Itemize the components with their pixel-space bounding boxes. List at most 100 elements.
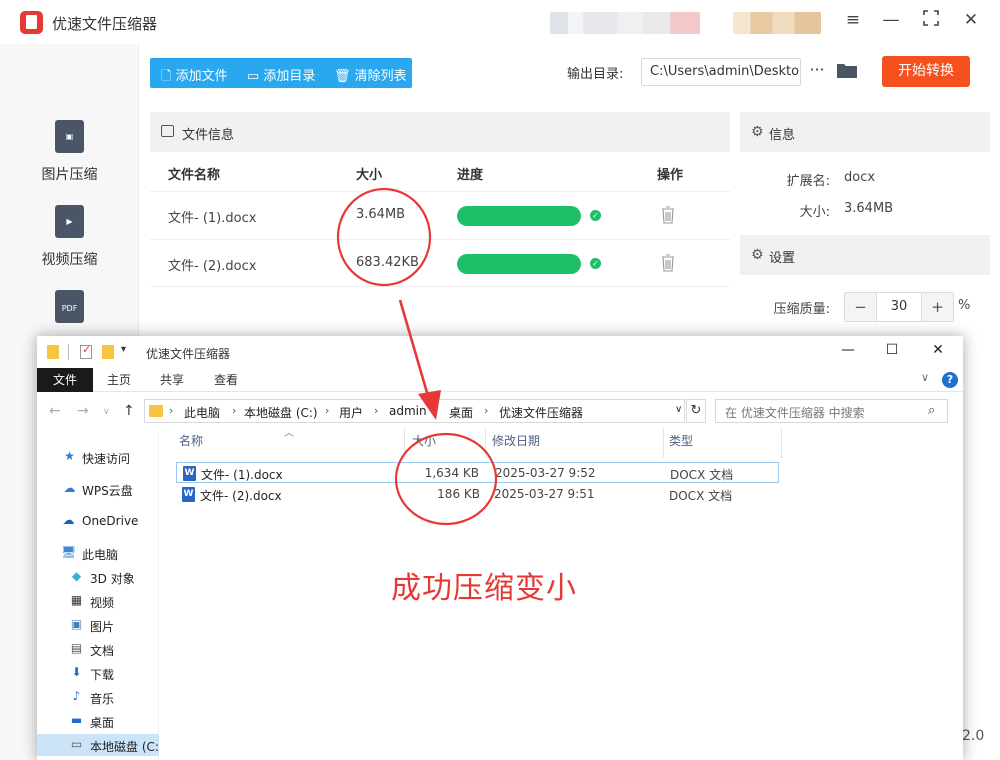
nav-item-label: 文档 [90, 644, 115, 658]
file-size: 1,634 KB [424, 466, 479, 480]
decrement-button[interactable]: − [845, 293, 877, 321]
up-arrow-icon[interactable]: ↑ [123, 403, 135, 419]
nav-item-label: 下载 [90, 668, 115, 682]
nav-item-downloads[interactable]: ⬇ 下载 [37, 662, 159, 684]
nav-item-label: OneDrive [82, 514, 139, 528]
sort-caret-icon: ︿ [284, 428, 294, 439]
file-row[interactable]: W 文件- (2).docx 186 KB 2025-03-27 9:51 DO… [176, 484, 779, 505]
app-logo-icon [20, 11, 43, 34]
chevron-down-icon[interactable]: ∨ [103, 407, 110, 417]
nav-item-label: 音乐 [90, 692, 115, 706]
column-header-progress: 进度 [457, 168, 484, 183]
folder-icon[interactable] [836, 62, 858, 79]
nav-item-pictures[interactable]: ▣ 图片 [37, 614, 159, 636]
breadcrumb-item[interactable]: 本地磁盘 (C:) [244, 404, 318, 421]
back-arrow-icon[interactable]: ← [49, 403, 61, 419]
nav-item-label: 快速访问 [82, 452, 131, 466]
quality-stepper[interactable]: − 30 + [844, 292, 954, 322]
close-icon[interactable]: ✕ [959, 10, 983, 30]
increment-button[interactable]: + [921, 293, 953, 321]
file-size: 186 KB [437, 487, 480, 501]
output-dir-input[interactable]: C:\Users\admin\Deskto [641, 58, 801, 86]
breadcrumb[interactable]: › 此电脑 › 本地磁盘 (C:) › 用户 › admin › 桌面 › 优速… [144, 399, 685, 423]
sidebar-item-video[interactable]: ▶ 视频压缩 [0, 205, 139, 285]
info-header: ⚙ 信息 [740, 112, 990, 152]
nav-item-onedrive[interactable]: ☁ OneDrive [37, 510, 159, 532]
new-folder-icon[interactable] [102, 345, 114, 359]
table-row[interactable]: 文件- (1).docx 3.64MB ✓ [150, 191, 730, 239]
maximize-icon[interactable] [919, 10, 943, 31]
check-circle-icon: ✓ [590, 210, 601, 221]
drive-icon: ▭ [70, 737, 83, 751]
check-circle-icon: ✓ [590, 258, 601, 269]
progress-bar [457, 254, 581, 274]
minimize-icon[interactable]: — [879, 10, 903, 30]
nav-item-3d[interactable]: ◆ 3D 对象 [37, 566, 159, 588]
breadcrumb-item[interactable]: 用户 [339, 404, 363, 421]
tab-home[interactable]: 主页 [101, 368, 137, 392]
breadcrumb-item[interactable]: 此电脑 [184, 404, 220, 421]
file-date: 2025-03-27 9:52 [495, 466, 596, 480]
column-header-size: 大小 [356, 168, 383, 183]
blurred-account-info [550, 12, 700, 34]
nav-item-label: 本地磁盘 (C: [90, 740, 159, 754]
add-directory-button[interactable]: ▭ 添加目录 [247, 65, 315, 84]
image-file-icon: ▣ [55, 120, 84, 153]
trash-icon[interactable] [661, 254, 675, 272]
nav-item-documents[interactable]: ▤ 文档 [37, 638, 159, 660]
more-options-button[interactable]: ··· [806, 60, 828, 79]
navigation-pane: ★ 快速访问 ☁ WPS云盘 ☁ OneDrive 🖥 此电脑 ◆ 3D 对象 … [37, 432, 159, 760]
refresh-icon[interactable]: ↻ [686, 399, 706, 423]
forward-arrow-icon[interactable]: → [77, 403, 89, 419]
menu-icon[interactable]: ≡ [841, 10, 865, 30]
explorer-titlebar: ▾ 优速文件压缩器 — ☐ ✕ [37, 336, 963, 368]
chevron-right-icon: › [169, 404, 174, 417]
minimize-icon[interactable]: — [833, 342, 863, 358]
column-divider[interactable] [404, 428, 405, 458]
column-header-type[interactable]: 类型 [669, 432, 693, 449]
tab-view[interactable]: 查看 [208, 368, 244, 392]
column-header-date[interactable]: 修改日期 [492, 432, 540, 449]
sidebar-item-image[interactable]: ▣ 图片压缩 [0, 120, 139, 200]
quality-value[interactable]: 30 [877, 299, 921, 314]
pdf-file-icon: PDF [55, 290, 84, 323]
nav-item-this-pc[interactable]: 🖥 此电脑 [37, 542, 159, 564]
nav-item-wps[interactable]: ☁ WPS云盘 [37, 478, 159, 500]
maximize-icon[interactable]: ☐ [877, 342, 907, 358]
properties-icon[interactable] [80, 343, 92, 359]
breadcrumb-item[interactable]: 桌面 [449, 404, 473, 421]
cloud-icon: ☁ [63, 481, 76, 495]
breadcrumb-item[interactable]: 优速文件压缩器 [499, 404, 583, 421]
breadcrumb-item[interactable]: admin [389, 404, 427, 418]
chevron-down-icon[interactable]: ∨ [921, 371, 929, 384]
column-divider[interactable] [663, 428, 664, 458]
desktop-icon: ▬ [70, 713, 83, 727]
clear-list-button[interactable]: 🗑 清除列表 [334, 65, 407, 84]
trash-icon[interactable] [661, 206, 675, 224]
search-input[interactable]: 在 优速文件压缩器 中搜索 ⌕ [715, 399, 948, 423]
help-icon[interactable]: ? [942, 372, 958, 388]
close-icon[interactable]: ✕ [923, 342, 953, 358]
column-header-size[interactable]: 大小 [412, 432, 436, 449]
tab-share[interactable]: 共享 [154, 368, 190, 392]
nav-item-desktop[interactable]: ▬ 桌面 [37, 710, 159, 732]
nav-item-local-disk[interactable]: ▭ 本地磁盘 (C: [37, 734, 159, 756]
tab-file[interactable]: 文件 [37, 368, 93, 392]
image-icon [161, 125, 174, 137]
add-file-button[interactable]: 🗋 添加文件 [161, 65, 228, 89]
app-title: 优速文件压缩器 [52, 15, 158, 33]
nav-item-quick-access[interactable]: ★ 快速访问 [37, 446, 159, 468]
nav-item-music[interactable]: ♪ 音乐 [37, 686, 159, 708]
start-convert-button[interactable]: 开始转换 [882, 56, 970, 87]
column-divider[interactable] [781, 428, 782, 458]
version-text: 2.0 [962, 728, 985, 744]
column-header-name[interactable]: 名称 [179, 432, 203, 449]
table-row[interactable]: 文件- (2).docx 683.42KB ✓ [150, 239, 730, 287]
file-row[interactable]: W 文件- (1).docx 1,634 KB 2025-03-27 9:52 … [176, 462, 779, 483]
chevron-down-icon[interactable]: ∨ [675, 404, 682, 415]
file-date: 2025-03-27 9:51 [494, 487, 595, 501]
app-titlebar: 优速文件压缩器 ≡ — ✕ [0, 0, 1000, 44]
chevron-down-icon[interactable]: ▾ [121, 344, 126, 355]
column-divider[interactable] [485, 428, 486, 458]
nav-item-videos[interactable]: ▦ 视频 [37, 590, 159, 612]
